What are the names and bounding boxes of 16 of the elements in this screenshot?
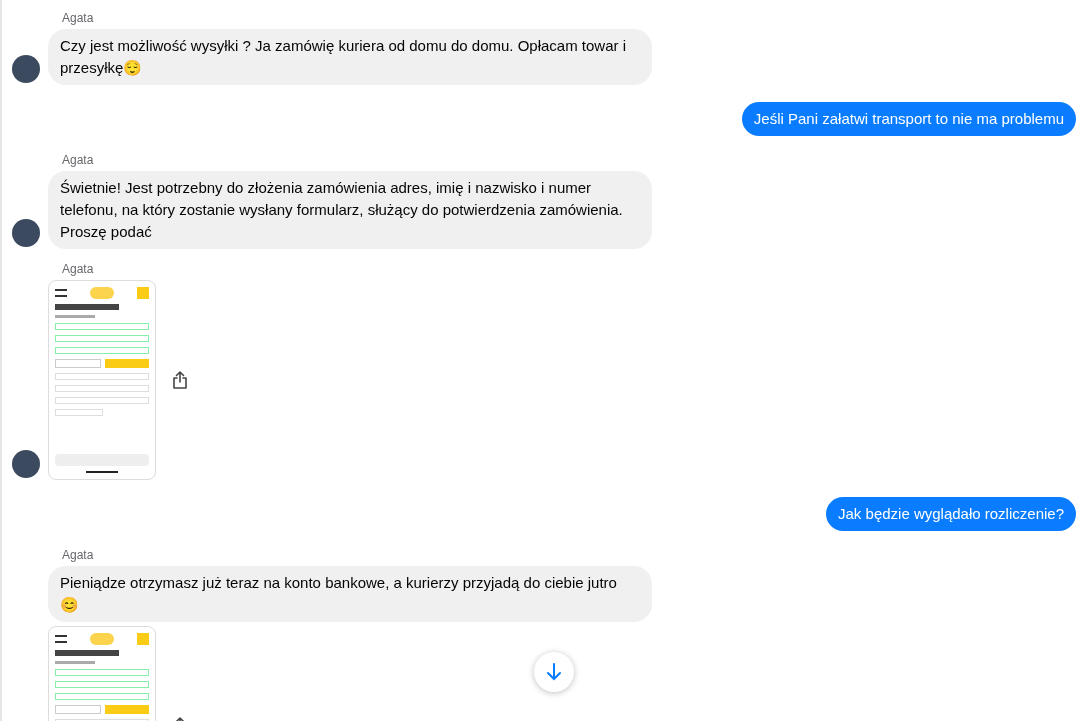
avatar[interactable]	[12, 55, 40, 83]
sender-name: Agata	[62, 10, 95, 26]
sender-name: Agata	[62, 152, 95, 168]
sender-name: Agata	[62, 547, 95, 563]
sent-message: Jak będzie wyglądało rozliczenie?	[826, 497, 1076, 531]
received-message: Świetnie! Jest potrzebny do złożenia zamówienia adres, imię i nazwisko i numer telefonu, na który zostanie wysłany formularz, służący do potwierdzenia zamówienia. Proszę podać	[48, 171, 652, 249]
received-message: Czy jest możliwość wysyłki ? Ja zamówię kuriera od domu do domu. Opłacam towar i przesyłkę😌	[48, 29, 652, 85]
received-message: Pieniądze otrzymasz już teraz na konto bankowe, a kurierzy przyjadą do ciebie jutro 😊	[48, 566, 652, 622]
avatar[interactable]	[12, 219, 40, 247]
scroll-down-button[interactable]	[534, 652, 574, 692]
phone-screenshot-image[interactable]	[48, 280, 156, 480]
sent-message: Jeśli Pani załatwi transport to nie ma problemu	[741, 102, 1076, 136]
share-icon[interactable]	[172, 371, 188, 389]
avatar[interactable]	[12, 450, 40, 478]
arrow-down-icon	[546, 663, 562, 681]
sender-name: Agata	[62, 261, 95, 277]
